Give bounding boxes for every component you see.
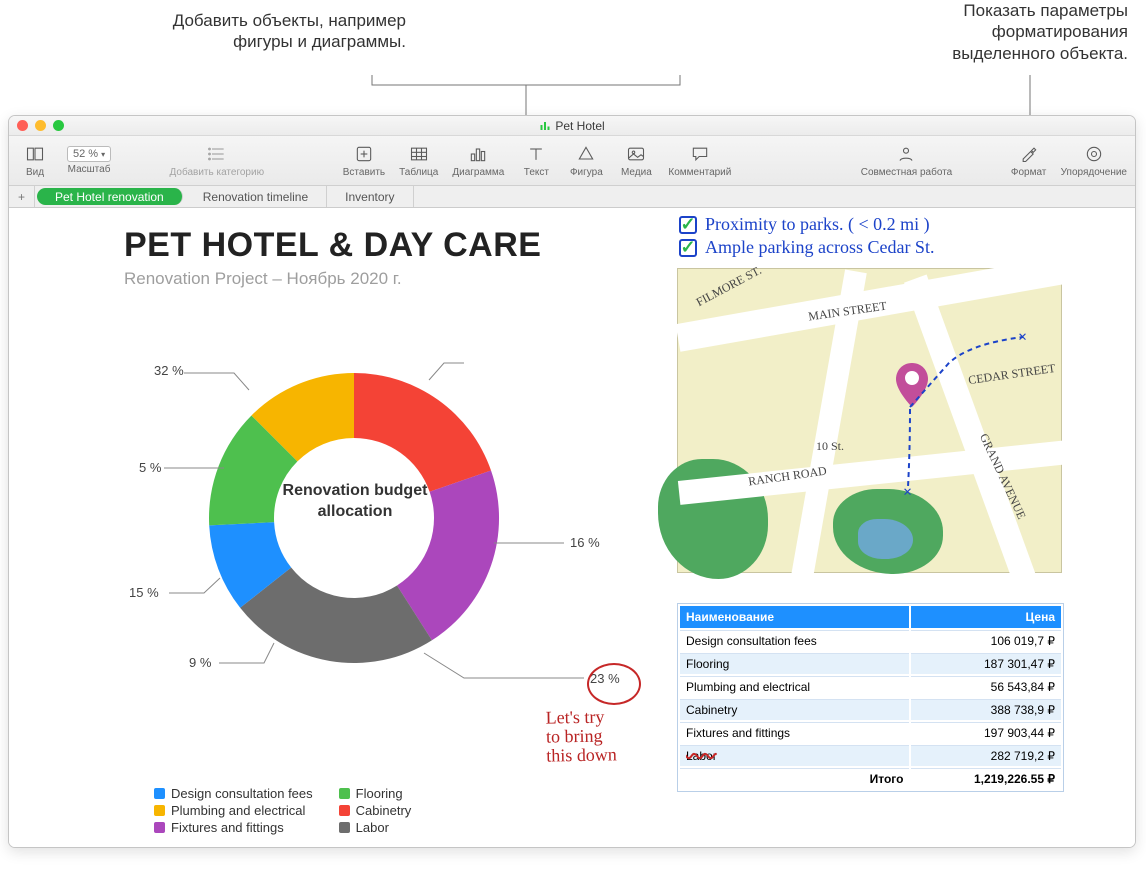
chart-icon bbox=[468, 144, 488, 164]
table-row[interactable]: Flooring187 301,47 ₽ bbox=[680, 653, 1061, 674]
sheet-tab-inventory[interactable]: Inventory bbox=[327, 186, 413, 207]
swatch-yellow bbox=[154, 805, 165, 816]
donut-center-label: Renovation budget allocation bbox=[240, 481, 470, 523]
swatch-blue bbox=[154, 788, 165, 799]
sheet-tab-active[interactable]: Pet Hotel renovation bbox=[37, 188, 183, 205]
table-row[interactable]: Labor282 719,2 ₽ bbox=[680, 745, 1061, 766]
text-button[interactable]: Текст bbox=[518, 143, 554, 178]
toolbar: Вид 52 %▾ Масштаб Добавить категорию Вст… bbox=[9, 136, 1135, 186]
shape-icon bbox=[576, 144, 596, 164]
swatch-purple bbox=[154, 822, 165, 833]
view-button[interactable]: Вид bbox=[17, 143, 53, 178]
table-button[interactable]: Таблица bbox=[399, 143, 438, 178]
zoom-select[interactable]: 52 %▾ Масштаб bbox=[67, 146, 111, 175]
location-map[interactable]: FILMORE ST. MAIN STREET CEDAR STREET RAN… bbox=[677, 268, 1062, 573]
donut-label-16: 16 % bbox=[570, 535, 600, 550]
annotation-callouts: Добавить объекты, например фигуры и диаг… bbox=[0, 0, 1146, 105]
callout-format-panel: Показать параметры форматирования выделе… bbox=[952, 0, 1128, 64]
media-icon bbox=[626, 144, 646, 164]
table-icon bbox=[409, 144, 429, 164]
sheet-canvas[interactable]: PET HOTEL & DAY CARE Renovation Project … bbox=[9, 208, 1135, 847]
table-row[interactable]: Design consultation fees106 019,7 ₽ bbox=[680, 630, 1061, 651]
cost-table[interactable]: Наименование Цена Design consultation fe… bbox=[677, 603, 1064, 792]
table-row[interactable]: Plumbing and electrical56 543,84 ₽ bbox=[680, 676, 1061, 697]
document-title: Pet Hotel bbox=[9, 119, 1135, 133]
donut-label-5: 5 % bbox=[139, 460, 161, 475]
table-header-row: Наименование Цена bbox=[680, 606, 1061, 628]
checkbox-icon: ✓ bbox=[679, 239, 697, 257]
title-block: PET HOTEL & DAY CARE Renovation Project … bbox=[124, 226, 541, 289]
sheet-tab-timeline[interactable]: Renovation timeline bbox=[185, 186, 327, 207]
add-sheet-button[interactable]: + bbox=[9, 186, 35, 207]
map-route bbox=[678, 269, 1063, 574]
chart-button[interactable]: Диаграмма bbox=[452, 143, 504, 178]
handwritten-note: Let's try to bring this down bbox=[546, 707, 617, 765]
numbers-doc-icon bbox=[539, 120, 551, 132]
slice-cabinetry bbox=[354, 373, 491, 492]
page-subtitle: Renovation Project – Ноябрь 2020 г. bbox=[124, 269, 541, 289]
format-icon bbox=[1019, 144, 1039, 164]
chevron-down-icon: ▾ bbox=[101, 150, 105, 159]
table-header-price[interactable]: Цена bbox=[911, 606, 1061, 628]
shape-button[interactable]: Фигура bbox=[568, 143, 604, 178]
handwritten-checklist: ✓Proximity to parks. ( < 0.2 mi ) ✓Ample… bbox=[679, 213, 934, 260]
hand-circle-annotation bbox=[587, 663, 641, 705]
chart-legend: Design consultation fees Flooring Plumbi… bbox=[154, 786, 497, 835]
collaborate-icon bbox=[896, 144, 916, 164]
checkbox-icon: ✓ bbox=[679, 216, 697, 234]
table-total-row: Итого1,219,226.55 ₽ bbox=[680, 768, 1061, 789]
text-icon bbox=[526, 144, 546, 164]
view-icon bbox=[25, 144, 45, 164]
collaborate-button[interactable]: Совместная работа bbox=[861, 143, 953, 178]
table-header-name[interactable]: Наименование bbox=[680, 606, 909, 628]
table-row[interactable]: Fixtures and fittings197 903,44 ₽ bbox=[680, 722, 1061, 743]
swatch-grey bbox=[339, 822, 350, 833]
arrange-button[interactable]: Упорядочение bbox=[1061, 143, 1127, 178]
window-titlebar: Pet Hotel bbox=[9, 116, 1135, 136]
table-row[interactable]: Cabinetry388 738,9 ₽ bbox=[680, 699, 1061, 720]
sheet-tabs: + Pet Hotel renovation Renovation timeli… bbox=[9, 186, 1135, 208]
media-button[interactable]: Медиа bbox=[618, 143, 654, 178]
numbers-window: Pet Hotel Вид 52 %▾ Масштаб Добавить кат… bbox=[8, 115, 1136, 848]
page-title: PET HOTEL & DAY CARE bbox=[124, 226, 541, 265]
comment-icon bbox=[690, 144, 710, 164]
add-category-button[interactable]: Добавить категорию bbox=[170, 143, 265, 178]
donut-label-32: 32 % bbox=[154, 363, 184, 378]
arrange-icon bbox=[1084, 144, 1104, 164]
insert-icon bbox=[354, 144, 374, 164]
swatch-green bbox=[339, 788, 350, 799]
donut-label-9: 9 % bbox=[189, 655, 211, 670]
comment-button[interactable]: Комментарий bbox=[668, 143, 731, 178]
list-icon bbox=[207, 144, 227, 164]
insert-button[interactable]: Вставить bbox=[343, 143, 385, 178]
format-button[interactable]: Формат bbox=[1011, 143, 1047, 178]
donut-label-15: 15 % bbox=[129, 585, 159, 600]
callout-add-objects: Добавить объекты, например фигуры и диаг… bbox=[173, 10, 406, 53]
swatch-red bbox=[339, 805, 350, 816]
